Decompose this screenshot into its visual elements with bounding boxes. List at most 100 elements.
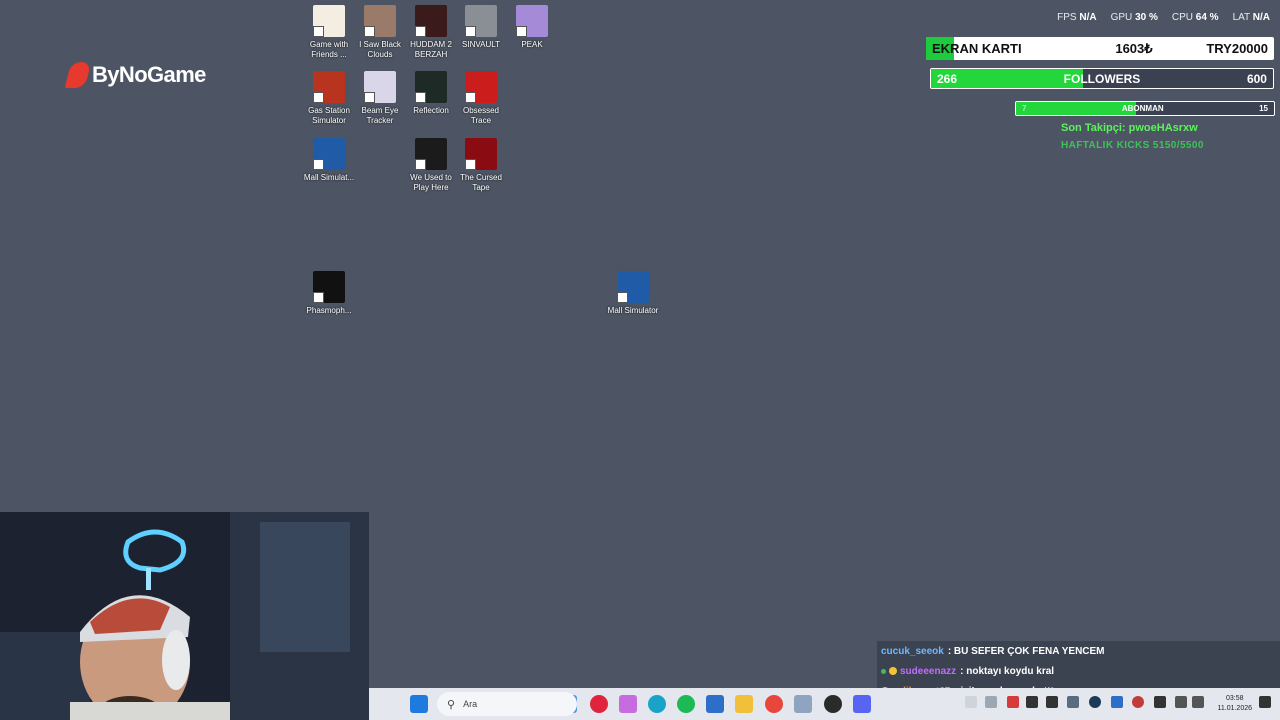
- edge-icon[interactable]: [648, 695, 666, 713]
- followers-current: 266: [937, 71, 958, 86]
- app-shortcut-icon: [364, 5, 396, 37]
- donation-goal-bar: EKRAN KARTI 1603₺ TRY20000: [926, 37, 1274, 60]
- stat-lat: LAT N/A: [1232, 12, 1270, 23]
- chat-badge-icon: [881, 668, 886, 674]
- webcam-image: [0, 512, 369, 720]
- tray-app-icon-3[interactable]: [1067, 696, 1079, 708]
- notification-bell-icon[interactable]: [1259, 696, 1271, 708]
- app-shortcut-icon: [465, 138, 497, 170]
- stat-cpu: CPU 64 %: [1171, 12, 1219, 23]
- app-shortcut-icon: [465, 71, 497, 103]
- goal-target: TRY20000: [1206, 41, 1268, 56]
- stat-gpu: GPU 30 %: [1110, 12, 1158, 23]
- clock-date: 11.01.2026: [1217, 705, 1252, 712]
- taskbar: ⚲ Ara 03:58 11.01.2026: [369, 688, 1280, 720]
- desktop-icon[interactable]: Beam Eye Tracker: [355, 71, 405, 126]
- chat-text: : BU SEFER ÇOK FENA YENCEM: [947, 645, 1105, 657]
- subscriber-goal-bar: 7 ABONMAN 15: [1015, 101, 1275, 116]
- sub-label: ABONMAN: [1121, 104, 1164, 113]
- followers-target: 600: [1246, 71, 1267, 86]
- desktop-icon[interactable]: Obsessed Trace: [456, 71, 506, 126]
- desktop-icon[interactable]: HUDDAM 2 BERZAH: [406, 5, 456, 60]
- desktop-icon[interactable]: Game with Friends ...: [304, 5, 354, 60]
- tray-app-icon-2[interactable]: [1046, 696, 1058, 708]
- clock-time: 03:58: [1225, 695, 1244, 702]
- last-follower: Son Takipçi: pwoeHAsrxw: [1061, 122, 1198, 134]
- folder-icon[interactable]: [735, 695, 753, 713]
- chat-username[interactable]: cucuk_seeok: [881, 646, 944, 657]
- desktop-icon-label: Gas Station Simulator: [308, 106, 350, 125]
- desktop-icon-label: HUDDAM 2 BERZAH: [410, 40, 452, 59]
- chrome-icon[interactable]: [765, 695, 783, 713]
- app-shortcut-icon: [516, 5, 548, 37]
- desktop-icon-label: I Saw Black Clouds: [359, 40, 401, 59]
- speaker-icon[interactable]: [985, 696, 997, 708]
- clock[interactable]: 03:58 11.01.2026: [1217, 694, 1252, 714]
- discord-icon[interactable]: [853, 695, 871, 713]
- search-placeholder: Ara: [463, 699, 478, 709]
- goal-current: 1603₺: [1115, 40, 1153, 56]
- desktop-icon[interactable]: PEAK: [507, 5, 557, 50]
- mic-icon[interactable]: [1007, 696, 1019, 708]
- chevron-up-icon[interactable]: [965, 696, 977, 708]
- app-shortcut-icon: [465, 5, 497, 37]
- volume-icon[interactable]: [1192, 696, 1204, 708]
- desktop-icon-label: SINVAULT: [462, 40, 500, 49]
- steam-icon[interactable]: [1089, 696, 1101, 708]
- desktop-icon[interactable]: Mall Simulat...: [304, 138, 354, 183]
- chat-message: sudeeenazz : noktayı koydu kral: [877, 661, 1280, 681]
- desktop-icon-label: Beam Eye Tracker: [361, 106, 399, 125]
- desktop-icon[interactable]: Mall Simulator: [608, 271, 658, 316]
- store-icon[interactable]: [706, 695, 724, 713]
- app-shortcut-icon: [415, 138, 447, 170]
- desktop-icon[interactable]: Gas Station Simulator: [304, 71, 354, 126]
- desktop-icon-label: PEAK: [521, 40, 543, 49]
- search-icon: ⚲: [447, 698, 456, 711]
- desktop-icon[interactable]: Reflection: [406, 71, 456, 116]
- desktop-icon-label: Game with Friends ...: [309, 40, 349, 59]
- sub-current: 7: [1022, 104, 1027, 113]
- chat-text: : noktayı koydu kral: [960, 665, 1055, 677]
- desktop-icon-label: Phasmoph...: [306, 306, 352, 315]
- app-shortcut-icon: [415, 71, 447, 103]
- desktop-icon-label: Obsessed Trace: [462, 106, 500, 125]
- desktop-icon[interactable]: I Saw Black Clouds: [355, 5, 405, 60]
- desktop-icon[interactable]: Phasmoph...: [304, 271, 354, 316]
- weekly-kicks: HAFTALIK KICKS 5150/5500: [1061, 140, 1204, 151]
- app-shortcut-icon: [313, 271, 345, 303]
- desktop-icon-label: We Used to Play Here: [410, 173, 452, 192]
- start-icon[interactable]: [410, 695, 428, 713]
- desktop-icon-label: Mall Simulator: [607, 306, 659, 315]
- taskbar-search[interactable]: ⚲ Ara: [437, 692, 577, 716]
- desktop-icon-label: Mall Simulat...: [303, 173, 355, 182]
- stat-fps: FPS N/A: [1057, 12, 1097, 23]
- app-shortcut-icon: [313, 71, 345, 103]
- performance-stats: FPS N/A GPU 30 % CPU 64 % LAT N/A: [1057, 12, 1270, 23]
- tray-app-icon[interactable]: [1026, 696, 1038, 708]
- bynogame-logo: ByNoGame: [64, 62, 206, 88]
- followers-goal-bar: 266 FOLLOWERS 600: [930, 68, 1274, 89]
- chat-message: cucuk_seeok: BU SEFER ÇOK FENA YENCEM: [877, 641, 1280, 661]
- sub-target: 15: [1259, 104, 1268, 113]
- desktop-icon-label: Reflection: [413, 106, 449, 115]
- bynogame-mark-icon: [64, 62, 92, 88]
- app-shortcut-icon: [313, 138, 345, 170]
- desktop-icon[interactable]: We Used to Play Here: [406, 138, 456, 193]
- obs-icon[interactable]: [824, 695, 842, 713]
- app-shortcut-icon: [415, 5, 447, 37]
- chat-username[interactable]: sudeeenazz: [900, 666, 956, 677]
- tray-app-icon-5[interactable]: [1132, 696, 1144, 708]
- followers-label: FOLLOWERS: [1063, 71, 1141, 86]
- chat-badge-icon: [889, 667, 897, 675]
- copilot-icon[interactable]: [619, 695, 637, 713]
- desktop-icon[interactable]: The Cursed Tape: [456, 138, 506, 193]
- settings-icon[interactable]: [794, 695, 812, 713]
- network-icon[interactable]: [1175, 696, 1187, 708]
- tray-app-icon-4[interactable]: [1111, 696, 1123, 708]
- music-icon[interactable]: [590, 695, 608, 713]
- goal-title: EKRAN KARTI: [932, 41, 1022, 56]
- spotify-icon[interactable]: [677, 695, 695, 713]
- app-shortcut-icon: [364, 71, 396, 103]
- desktop-icon[interactable]: SINVAULT: [456, 5, 506, 50]
- tray-app-icon-6[interactable]: [1154, 696, 1166, 708]
